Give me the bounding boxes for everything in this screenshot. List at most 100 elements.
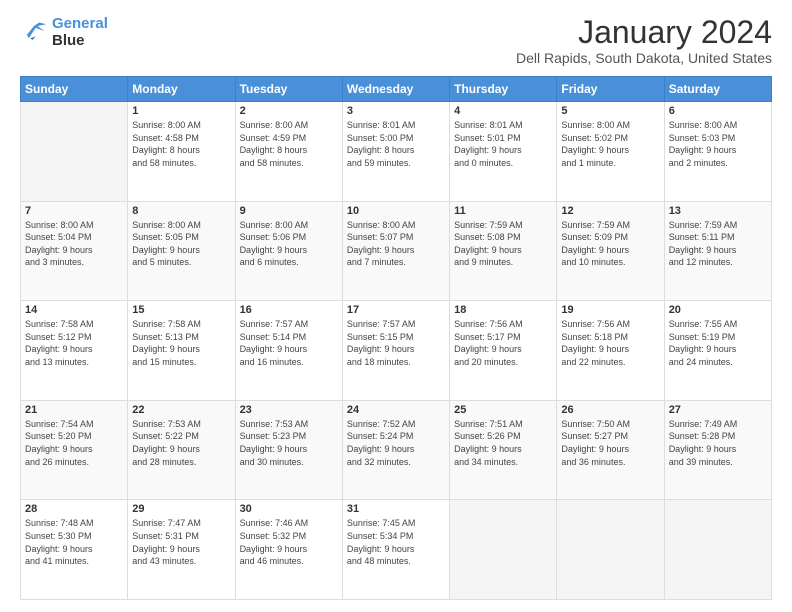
day-number: 16 bbox=[240, 304, 338, 316]
day-number: 10 bbox=[347, 205, 445, 217]
day-info: Sunrise: 8:00 AMSunset: 5:06 PMDaylight:… bbox=[240, 219, 338, 269]
day-info: Sunrise: 7:51 AMSunset: 5:26 PMDaylight:… bbox=[454, 418, 552, 468]
day-info: Sunrise: 7:52 AMSunset: 5:24 PMDaylight:… bbox=[347, 418, 445, 468]
table-cell: 18Sunrise: 7:56 AMSunset: 5:17 PMDayligh… bbox=[450, 301, 557, 401]
calendar-table: Sunday Monday Tuesday Wednesday Thursday… bbox=[20, 76, 772, 600]
day-number: 26 bbox=[561, 404, 659, 416]
day-info: Sunrise: 7:46 AMSunset: 5:32 PMDaylight:… bbox=[240, 517, 338, 567]
day-number: 7 bbox=[25, 205, 123, 217]
day-info: Sunrise: 7:48 AMSunset: 5:30 PMDaylight:… bbox=[25, 517, 123, 567]
day-info: Sunrise: 7:57 AMSunset: 5:15 PMDaylight:… bbox=[347, 318, 445, 368]
day-info: Sunrise: 7:45 AMSunset: 5:34 PMDaylight:… bbox=[347, 517, 445, 567]
day-number: 19 bbox=[561, 304, 659, 316]
table-cell: 20Sunrise: 7:55 AMSunset: 5:19 PMDayligh… bbox=[664, 301, 771, 401]
col-saturday: Saturday bbox=[664, 77, 771, 102]
table-cell: 23 Sunrise: 7:53 AMSunset: 5:23 PMDayligh… bbox=[235, 400, 342, 500]
logo-line2: Blue bbox=[52, 32, 85, 49]
col-monday: Monday bbox=[128, 77, 235, 102]
calendar-week-4: 21Sunrise: 7:54 AMSunset: 5:20 PMDayligh… bbox=[21, 400, 772, 500]
day-info: Sunrise: 7:54 AMSunset: 5:20 PMDaylight:… bbox=[25, 418, 123, 468]
day-number: 25 bbox=[454, 404, 552, 416]
day-info: Sunrise: 8:00 AMSunset: 5:05 PMDaylight:… bbox=[132, 219, 230, 269]
table-cell: 19 Sunrise: 7:56 AMSunset: 5:18 PMDayligh… bbox=[557, 301, 664, 401]
table-cell: 14Sunrise: 7:58 AMSunset: 5:12 PMDayligh… bbox=[21, 301, 128, 401]
day-number: 9 bbox=[240, 205, 338, 217]
table-cell: 1 Sunrise: 8:00 AMSunset: 4:58 PMDaylight… bbox=[128, 102, 235, 202]
table-cell: 13 Sunrise: 7:59 AMSunset: 5:11 PMDayligh… bbox=[664, 201, 771, 301]
table-cell: 21Sunrise: 7:54 AMSunset: 5:20 PMDayligh… bbox=[21, 400, 128, 500]
table-cell: 31 Sunrise: 7:45 AMSunset: 5:34 PMDayligh… bbox=[342, 500, 449, 600]
day-info: Sunrise: 7:58 AMSunset: 5:13 PMDaylight:… bbox=[132, 318, 230, 368]
calendar-week-2: 7 Sunrise: 8:00 AMSunset: 5:04 PMDaylight… bbox=[21, 201, 772, 301]
day-number: 1 bbox=[132, 105, 230, 117]
day-info: Sunrise: 8:00 AMSunset: 5:02 PMDaylight:… bbox=[561, 119, 659, 169]
day-info: Sunrise: 7:56 AMSunset: 5:18 PMDaylight:… bbox=[561, 318, 659, 368]
col-wednesday: Wednesday bbox=[342, 77, 449, 102]
table-cell: 15 Sunrise: 7:58 AMSunset: 5:13 PMDayligh… bbox=[128, 301, 235, 401]
day-number: 27 bbox=[669, 404, 767, 416]
day-number: 8 bbox=[132, 205, 230, 217]
day-number: 20 bbox=[669, 304, 767, 316]
table-cell: 28Sunrise: 7:48 AMSunset: 5:30 PMDayligh… bbox=[21, 500, 128, 600]
page: GeneralBlue January 2024 Dell Rapids, So… bbox=[0, 0, 792, 612]
table-cell bbox=[450, 500, 557, 600]
table-cell: 11Sunrise: 7:59 AMSunset: 5:08 PMDayligh… bbox=[450, 201, 557, 301]
calendar-week-3: 14Sunrise: 7:58 AMSunset: 5:12 PMDayligh… bbox=[21, 301, 772, 401]
table-cell bbox=[557, 500, 664, 600]
table-cell: 2 Sunrise: 8:00 AMSunset: 4:59 PMDaylight… bbox=[235, 102, 342, 202]
location: Dell Rapids, South Dakota, United States bbox=[516, 50, 772, 66]
table-cell: 30 Sunrise: 7:46 AMSunset: 5:32 PMDayligh… bbox=[235, 500, 342, 600]
table-cell: 25 Sunrise: 7:51 AMSunset: 5:26 PMDayligh… bbox=[450, 400, 557, 500]
table-cell: 9 Sunrise: 8:00 AMSunset: 5:06 PMDaylight… bbox=[235, 201, 342, 301]
table-cell: 27 Sunrise: 7:49 AMSunset: 5:28 PMDayligh… bbox=[664, 400, 771, 500]
table-cell: 8 Sunrise: 8:00 AMSunset: 5:05 PMDaylight… bbox=[128, 201, 235, 301]
day-number: 12 bbox=[561, 205, 659, 217]
calendar-week-1: 1 Sunrise: 8:00 AMSunset: 4:58 PMDaylight… bbox=[21, 102, 772, 202]
table-cell: 7 Sunrise: 8:00 AMSunset: 5:04 PMDaylight… bbox=[21, 201, 128, 301]
day-info: Sunrise: 8:00 AMSunset: 5:04 PMDaylight:… bbox=[25, 219, 123, 269]
logo-text: GeneralBlue bbox=[52, 16, 108, 49]
calendar-header-row: Sunday Monday Tuesday Wednesday Thursday… bbox=[21, 77, 772, 102]
col-thursday: Thursday bbox=[450, 77, 557, 102]
table-cell bbox=[21, 102, 128, 202]
table-cell: 29 Sunrise: 7:47 AMSunset: 5:31 PMDayligh… bbox=[128, 500, 235, 600]
table-cell bbox=[664, 500, 771, 600]
day-info: Sunrise: 8:00 AMSunset: 4:59 PMDaylight:… bbox=[240, 119, 338, 169]
day-number: 4 bbox=[454, 105, 552, 117]
calendar-week-5: 28Sunrise: 7:48 AMSunset: 5:30 PMDayligh… bbox=[21, 500, 772, 600]
day-number: 23 bbox=[240, 404, 338, 416]
table-cell: 22 Sunrise: 7:53 AMSunset: 5:22 PMDayligh… bbox=[128, 400, 235, 500]
day-number: 14 bbox=[25, 304, 123, 316]
day-number: 22 bbox=[132, 404, 230, 416]
month-title: January 2024 bbox=[516, 16, 772, 48]
logo: GeneralBlue bbox=[20, 16, 108, 49]
table-cell: 16Sunrise: 7:57 AMSunset: 5:14 PMDayligh… bbox=[235, 301, 342, 401]
day-info: Sunrise: 7:47 AMSunset: 5:31 PMDaylight:… bbox=[132, 517, 230, 567]
day-info: Sunrise: 8:00 AMSunset: 5:03 PMDaylight:… bbox=[669, 119, 767, 169]
day-number: 6 bbox=[669, 105, 767, 117]
day-number: 3 bbox=[347, 105, 445, 117]
day-info: Sunrise: 7:59 AMSunset: 5:11 PMDaylight:… bbox=[669, 219, 767, 269]
day-number: 18 bbox=[454, 304, 552, 316]
table-cell: 3Sunrise: 8:01 AMSunset: 5:00 PMDaylight… bbox=[342, 102, 449, 202]
day-number: 13 bbox=[669, 205, 767, 217]
col-sunday: Sunday bbox=[21, 77, 128, 102]
day-number: 29 bbox=[132, 503, 230, 515]
day-info: Sunrise: 8:01 AMSunset: 5:01 PMDaylight:… bbox=[454, 119, 552, 169]
day-info: Sunrise: 7:49 AMSunset: 5:28 PMDaylight:… bbox=[669, 418, 767, 468]
day-info: Sunrise: 7:53 AMSunset: 5:22 PMDaylight:… bbox=[132, 418, 230, 468]
col-tuesday: Tuesday bbox=[235, 77, 342, 102]
table-cell: 12 Sunrise: 7:59 AMSunset: 5:09 PMDayligh… bbox=[557, 201, 664, 301]
day-info: Sunrise: 7:53 AMSunset: 5:23 PMDaylight:… bbox=[240, 418, 338, 468]
day-info: Sunrise: 8:00 AMSunset: 4:58 PMDaylight:… bbox=[132, 119, 230, 169]
day-number: 15 bbox=[132, 304, 230, 316]
day-number: 5 bbox=[561, 105, 659, 117]
day-number: 30 bbox=[240, 503, 338, 515]
table-cell: 24Sunrise: 7:52 AMSunset: 5:24 PMDayligh… bbox=[342, 400, 449, 500]
table-cell: 17Sunrise: 7:57 AMSunset: 5:15 PMDayligh… bbox=[342, 301, 449, 401]
day-number: 31 bbox=[347, 503, 445, 515]
logo-line1: General bbox=[52, 15, 108, 32]
day-info: Sunrise: 7:59 AMSunset: 5:09 PMDaylight:… bbox=[561, 219, 659, 269]
title-block: January 2024 Dell Rapids, South Dakota, … bbox=[516, 16, 772, 66]
day-number: 2 bbox=[240, 105, 338, 117]
